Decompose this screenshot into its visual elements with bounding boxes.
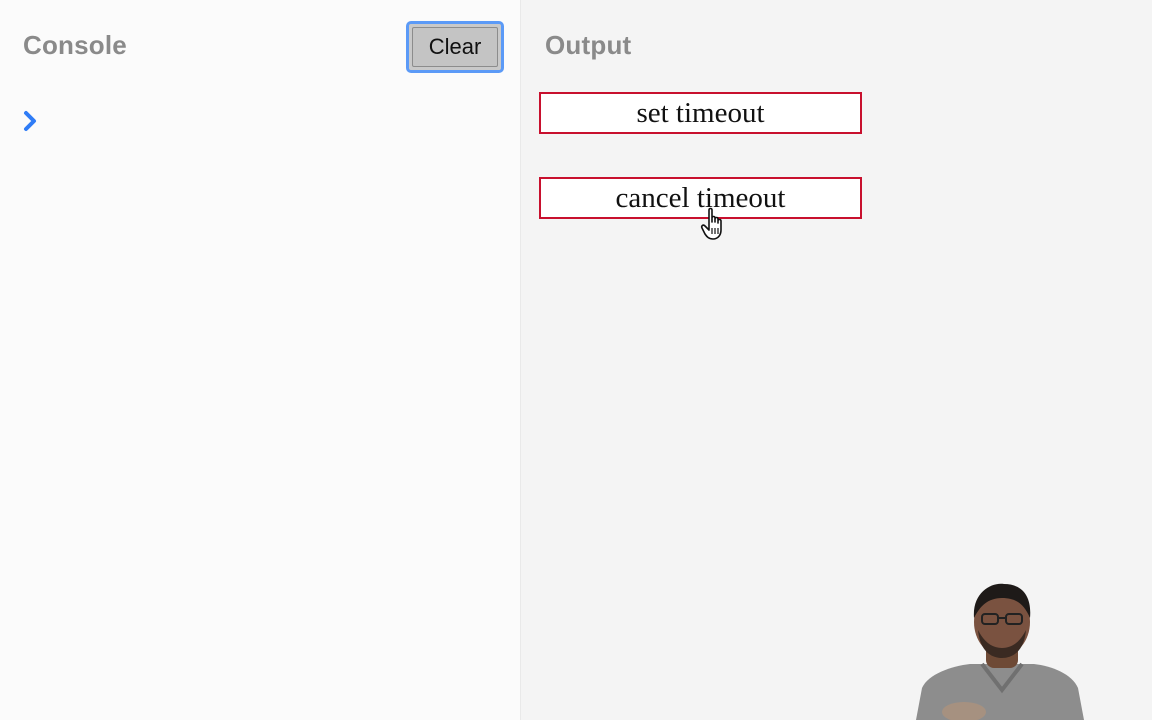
clear-button-label: Clear — [412, 27, 498, 67]
hand-pointer-icon — [700, 207, 722, 240]
clear-button[interactable]: Clear — [406, 21, 504, 73]
chevron-right-icon[interactable] — [21, 106, 41, 136]
console-panel: Console Clear — [0, 0, 521, 720]
set-timeout-button[interactable]: set timeout — [539, 92, 862, 134]
app-window: Console Clear Output set timeout cancel … — [0, 0, 1152, 720]
output-title: Output — [545, 30, 632, 60]
presenter-video — [916, 583, 1084, 720]
console-title: Console — [23, 30, 127, 60]
